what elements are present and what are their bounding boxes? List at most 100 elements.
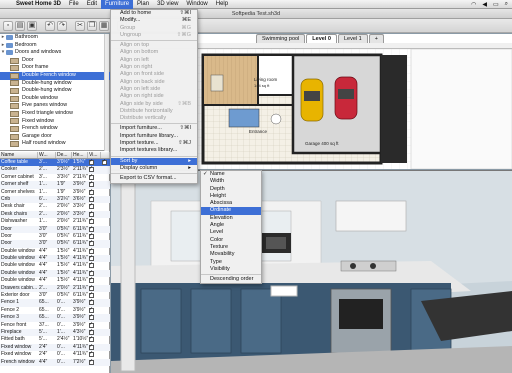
sort-by-height[interactable]: Height bbox=[201, 193, 261, 200]
catalog-item-double-french-window[interactable]: Double French window bbox=[0, 71, 110, 80]
visible-checkbox[interactable] bbox=[89, 277, 94, 284]
table-row[interactable]: Crib 6'... 3'2¼" 3'6½" bbox=[0, 195, 110, 204]
catalog-item-five-panes-window[interactable]: Five panes window bbox=[0, 102, 110, 110]
visible-checkbox[interactable] bbox=[89, 189, 94, 195]
sort-by-name[interactable]: ✓ Name bbox=[201, 171, 261, 178]
menu-file[interactable]: File bbox=[65, 0, 83, 9]
battery-icon[interactable]: ▭ bbox=[493, 1, 499, 8]
catalog-item-french-window[interactable]: French window bbox=[0, 125, 110, 133]
visible-checkbox[interactable] bbox=[89, 359, 94, 365]
visible-checkbox[interactable] bbox=[89, 174, 94, 180]
catalog-item-double-hung-window[interactable]: Double-hung window bbox=[0, 80, 110, 88]
table-row[interactable]: Fixed window 2'4" 0'... 4'11¾" bbox=[0, 343, 110, 352]
menu-app[interactable]: Sweet Home 3D bbox=[12, 0, 65, 9]
copy-icon[interactable]: ❐ bbox=[87, 20, 97, 31]
col-extra-header[interactable] bbox=[101, 152, 110, 158]
table-row[interactable]: Corner cabinet 3'... 3'3½" 2'11¾" bbox=[0, 174, 110, 181]
menu-plan[interactable]: Plan bbox=[133, 0, 153, 9]
table-row[interactable]: Double window 4'4" 1'5½" 4'11¾" bbox=[0, 269, 110, 278]
visible-checkbox[interactable] bbox=[89, 181, 94, 188]
table-row[interactable]: Fitted bath 5'... 2'4½" 1'10½" bbox=[0, 336, 110, 343]
table-row[interactable]: Double window 4'4" 1'5½" 4'11¾" bbox=[0, 262, 110, 269]
menu-item-sort-by[interactable]: Sort by ▸ bbox=[111, 157, 197, 165]
visible-checkbox[interactable] bbox=[89, 262, 94, 269]
tab-level-1[interactable]: Level 1 bbox=[337, 34, 368, 43]
tab-level-0[interactable]: Level 0 bbox=[306, 34, 337, 43]
tab-add-level[interactable]: + bbox=[368, 34, 384, 43]
table-row[interactable]: Corner shelf 1'... 1'9" 3'9½" bbox=[0, 181, 110, 189]
catalog-category-bathroom[interactable]: ▸ Bathroom bbox=[0, 34, 110, 42]
visible-checkbox[interactable] bbox=[89, 344, 94, 350]
3d-kitchen-render[interactable] bbox=[111, 171, 512, 373]
spotlight-icon[interactable]: ⌕ bbox=[505, 1, 508, 8]
visible-checkbox[interactable] bbox=[89, 166, 94, 173]
table-row[interactable]: Coffee table 3'... 3'0½" 1'5¾" bbox=[0, 159, 110, 167]
sort-by-movability[interactable]: Movability bbox=[201, 251, 261, 258]
catalog-item-door[interactable]: Door bbox=[0, 57, 110, 65]
menu-item-modify[interactable]: Modify... ⌘E bbox=[111, 17, 197, 24]
visible-checkbox[interactable] bbox=[89, 292, 94, 298]
visible-checkbox[interactable] bbox=[89, 255, 94, 261]
sort-by-elevation[interactable]: Elevation bbox=[201, 215, 261, 222]
paste-icon[interactable]: ▦ bbox=[99, 20, 109, 31]
menu-window[interactable]: Window bbox=[182, 0, 211, 9]
catalog-item-fixed-triangle-window[interactable]: Fixed triangle window bbox=[0, 110, 110, 118]
sort-by-color[interactable]: Color bbox=[201, 237, 261, 244]
catalog-item-double-window[interactable]: Double window bbox=[0, 95, 110, 103]
table-row[interactable]: Double window 4'4" 1'5½" 4'11¾" bbox=[0, 248, 110, 255]
sort-by-ordinate[interactable]: Ordinate bbox=[201, 207, 261, 215]
visible-checkbox[interactable] bbox=[89, 322, 94, 328]
table-row[interactable]: Double window 4'4" 1'5½" 4'11¾" bbox=[0, 255, 110, 263]
table-row[interactable]: Corner shelves 1'... 1'9" 3'9½" bbox=[0, 189, 110, 196]
catalog-item-double-hung-window[interactable]: Double-hung window bbox=[0, 87, 110, 95]
catalog-category-doors-and-windows[interactable]: ▾ Doors and windows bbox=[0, 49, 110, 57]
3d-view[interactable] bbox=[111, 170, 512, 373]
visible-checkbox[interactable] bbox=[89, 226, 94, 232]
sort-by-texture[interactable]: Texture bbox=[201, 244, 261, 251]
visible-checkbox[interactable] bbox=[89, 299, 94, 306]
table-row[interactable]: Fence 2 65... 0'... 3'9½" bbox=[0, 307, 110, 314]
visible-checkbox[interactable] bbox=[102, 159, 107, 165]
visible-checkbox[interactable] bbox=[89, 248, 94, 254]
menu-item-import-furniture[interactable]: Import furniture... ⇧⌘I bbox=[111, 125, 197, 132]
visible-checkbox[interactable] bbox=[89, 314, 94, 321]
menu-help[interactable]: Help bbox=[212, 0, 232, 9]
visible-checkbox[interactable] bbox=[89, 211, 94, 217]
sort-by-width[interactable]: Width bbox=[201, 178, 261, 185]
col-visible-header[interactable]: Vi... bbox=[88, 152, 101, 158]
table-row[interactable]: Cooker 2'... 2'3½" 2'11¾" bbox=[0, 166, 110, 174]
table-row[interactable]: Fence 1 65... 0'... 3'9½" bbox=[0, 299, 110, 307]
menu-edit[interactable]: Edit bbox=[83, 0, 101, 9]
table-row[interactable]: Exterior door 3'0" 0'5¾" 6'11¾" bbox=[0, 292, 110, 299]
menu-item-import-texture[interactable]: Import texture... ⇧⌘J bbox=[111, 140, 197, 147]
catalog-category-bedroom[interactable]: ▸ Bedroom bbox=[0, 42, 110, 50]
table-row[interactable]: Desk chair 2'... 2'0½" 3'3½" bbox=[0, 203, 110, 210]
table-row[interactable]: Drawers cabin... 2'... 2'0½" 2'11¾" bbox=[0, 284, 110, 293]
visible-checkbox[interactable] bbox=[89, 218, 94, 225]
save-icon[interactable]: ▣ bbox=[27, 20, 37, 31]
table-row[interactable]: Double window 4'4" 1'5½" 4'11¾" bbox=[0, 277, 110, 284]
catalog-item-fixed-window[interactable]: Fixed window bbox=[0, 118, 110, 126]
catalog-tree[interactable]: ▸ Bathroom ▸ Bedroom ▾ Doors and windows Door D… bbox=[0, 34, 110, 151]
redo-icon[interactable]: ↷ bbox=[57, 20, 67, 31]
table-row[interactable]: Desk chairs 2'... 2'0½" 3'3½" bbox=[0, 210, 110, 219]
menu-item-export-to-csv-format[interactable]: Export to CSV format... bbox=[111, 175, 197, 182]
visible-checkbox[interactable] bbox=[89, 203, 94, 210]
wifi-icon[interactable]: ◠ bbox=[471, 1, 476, 8]
table-row[interactable]: Door 3'0" 0'5¾" 6'11¾" bbox=[0, 240, 110, 248]
table-row[interactable]: Door 3'0" 0'5¾" 6'11¾" bbox=[0, 233, 110, 240]
visible-checkbox[interactable] bbox=[89, 307, 94, 313]
col-depth-header[interactable]: De... bbox=[56, 152, 72, 158]
visible-checkbox[interactable] bbox=[89, 159, 94, 165]
menu-item-display-column[interactable]: Display column ▸ bbox=[111, 165, 197, 172]
visible-checkbox[interactable] bbox=[89, 196, 94, 202]
sort-by-descending-order[interactable]: Descending order bbox=[201, 276, 261, 283]
visible-checkbox[interactable] bbox=[89, 351, 94, 358]
table-row[interactable]: Fixed window 2'4" 0'... 4'11¾" bbox=[0, 351, 110, 358]
catalog-item-garage-door[interactable]: Garage door bbox=[0, 133, 110, 141]
visible-checkbox[interactable] bbox=[89, 336, 94, 343]
tab-swimming-pool[interactable]: Swimming pool bbox=[256, 34, 306, 43]
sort-by-visibility[interactable]: Visibility bbox=[201, 266, 261, 273]
open-icon[interactable]: ▤ bbox=[15, 20, 25, 31]
table-row[interactable]: French window 4'4" 0'... 7'2½" bbox=[0, 358, 110, 366]
